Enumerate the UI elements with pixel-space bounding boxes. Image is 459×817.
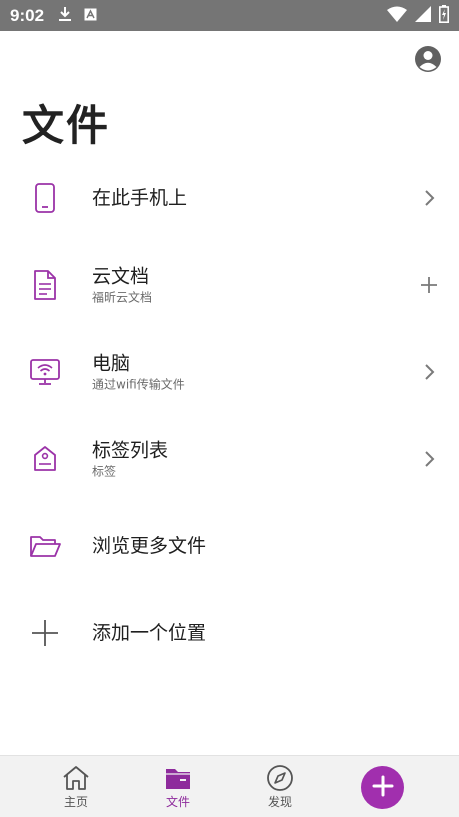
location-title: 标签列表: [92, 439, 169, 461]
phone-icon: [28, 181, 62, 215]
location-tag-list[interactable]: 标签列表 标签: [0, 415, 459, 502]
download-icon: [58, 6, 72, 26]
location-title: 云文档: [92, 265, 150, 287]
location-on-this-phone[interactable]: 在此手机上: [0, 154, 459, 241]
location-subtitle: 通过wifi传输文件: [92, 377, 185, 391]
battery-charging-icon: [439, 4, 449, 27]
location-title: 电脑: [92, 352, 131, 374]
document-icon: [28, 268, 62, 302]
plus-icon: [28, 616, 62, 650]
nav-home[interactable]: 主页: [46, 764, 106, 810]
folder-icon: [148, 764, 208, 792]
location-subtitle: 福昕云文档: [92, 290, 153, 304]
status-bar: 9:02: [0, 0, 459, 31]
page-title: 文件: [22, 101, 111, 150]
wifi-icon: [387, 6, 407, 26]
create-fab-button[interactable]: [361, 766, 404, 809]
add-cloud-plus-icon[interactable]: [419, 275, 439, 295]
location-title: 浏览更多文件: [92, 534, 207, 557]
account-circle-icon[interactable]: [413, 44, 443, 74]
nav-label: 主页: [63, 795, 88, 809]
location-subtitle: 标签: [92, 464, 117, 478]
chevron-right-icon[interactable]: [419, 362, 439, 382]
nav-discover[interactable]: 发现: [250, 764, 310, 810]
status-time: 9:02: [10, 5, 45, 25]
plus-icon: [372, 775, 394, 801]
compass-icon: [250, 764, 310, 792]
location-title: 在此手机上: [92, 186, 188, 209]
nav-label: 发现: [267, 795, 292, 809]
home-icon: [46, 764, 106, 792]
location-list: 在此手机上 云文档 福昕云文档 电脑 通过wifi传输文件 标签列表 标签 浏览…: [0, 154, 459, 676]
chevron-right-icon[interactable]: [419, 449, 439, 469]
location-cloud-docs[interactable]: 云文档 福昕云文档: [0, 241, 459, 328]
location-title: 添加一个位置: [92, 621, 207, 644]
location-browse-more[interactable]: 浏览更多文件: [0, 502, 459, 589]
tag-icon: [28, 442, 62, 476]
computer-wifi-icon: [28, 355, 62, 389]
signal-icon: [415, 5, 431, 26]
location-computer[interactable]: 电脑 通过wifi传输文件: [0, 328, 459, 415]
folder-open-icon: [28, 529, 62, 563]
location-add[interactable]: 添加一个位置: [0, 589, 459, 676]
a-notification-icon: [84, 6, 97, 25]
bottom-nav: 主页 文件 发现: [0, 755, 459, 817]
chevron-right-icon[interactable]: [419, 188, 439, 208]
nav-label: 文件: [165, 795, 190, 809]
nav-files[interactable]: 文件: [148, 764, 208, 810]
